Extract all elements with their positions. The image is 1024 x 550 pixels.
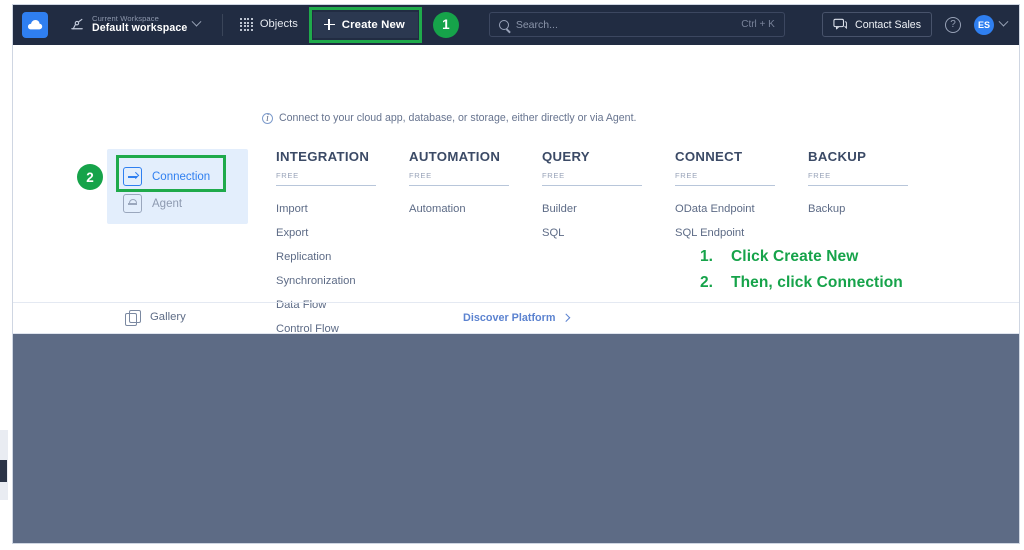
column-tier: FREE	[675, 171, 698, 180]
create-new-wrapper: Create New	[308, 6, 422, 43]
column-rule	[675, 185, 775, 187]
mega-menu-info-text: Connect to your cloud app, database, or …	[279, 112, 637, 124]
discover-platform-label: Discover Platform	[463, 312, 556, 324]
menu-item-sql-endpoint[interactable]: SQL Endpoint	[675, 221, 808, 245]
workspace-icon	[71, 18, 83, 30]
account-menu[interactable]: ES	[974, 14, 1009, 35]
column-rule	[542, 185, 642, 187]
mega-menu-info: i Connect to your cloud app, database, o…	[262, 112, 636, 124]
menu-item-automation[interactable]: Automation	[409, 197, 542, 221]
column-item-list: Automation	[409, 197, 542, 221]
menu-item-synchronization[interactable]: Synchronization	[276, 269, 409, 293]
column-item-list: Builder SQL	[542, 197, 675, 245]
column-tier: FREE	[409, 171, 432, 180]
create-new-label: Create New	[341, 18, 405, 31]
column-rule	[808, 185, 908, 187]
menu-item-odata-endpoint[interactable]: OData Endpoint	[675, 197, 808, 221]
instruction-step-1-number: 1.	[700, 248, 713, 265]
plus-icon	[323, 19, 335, 30]
topbar-right-group: Contact Sales ? ES	[822, 12, 1020, 37]
column-title: CONNECT	[675, 149, 743, 164]
column-title: INTEGRATION	[276, 149, 370, 164]
search-shortcut: Ctrl + K	[741, 19, 775, 30]
menu-item-builder[interactable]: Builder	[542, 197, 675, 221]
instruction-step-1: 1. Click Create New	[700, 248, 903, 266]
column-rule	[276, 185, 376, 187]
column-title: BACKUP	[808, 149, 867, 164]
rail-item-agent-label: Agent	[152, 197, 183, 210]
agent-icon	[123, 194, 142, 213]
column-title: QUERY	[542, 149, 590, 164]
workspace-name: Default workspace	[92, 21, 188, 34]
menu-item-replication[interactable]: Replication	[276, 245, 409, 269]
search-placeholder: Search...	[515, 18, 558, 31]
cloud-icon	[28, 19, 43, 29]
instruction-step-2: 2. Then, click Connection	[700, 274, 903, 292]
rail-item-agent[interactable]: Agent	[123, 194, 182, 213]
app-logo[interactable]	[22, 11, 48, 38]
search-input[interactable]: Search... Ctrl + K	[488, 12, 785, 37]
rail-item-connection-label: Connection	[152, 170, 211, 183]
search-icon	[498, 19, 509, 30]
chevron-down-icon	[191, 16, 202, 27]
rail-item-connection[interactable]: Connection	[123, 167, 210, 186]
info-circle-icon: i	[262, 112, 273, 124]
contact-sales-label: Contact Sales	[855, 18, 921, 31]
instruction-step-2-text: Then, click Connection	[731, 274, 903, 291]
chevron-down-icon	[998, 16, 1009, 27]
column-item-list: Backup	[808, 197, 941, 221]
step-badge-1: 1	[432, 11, 459, 38]
create-new-button[interactable]: Create New	[312, 11, 418, 38]
column-rule	[409, 185, 509, 187]
chevron-right-icon	[562, 314, 571, 322]
help-circle-icon[interactable]: ?	[945, 16, 961, 33]
vertical-scrollbar-thumb[interactable]	[0, 460, 7, 482]
avatar: ES	[974, 14, 994, 35]
workspace-text: Current Workspace Default workspace	[92, 14, 188, 34]
column-item-list: OData Endpoint SQL Endpoint	[675, 197, 808, 245]
menu-item-backup[interactable]: Backup	[808, 197, 941, 221]
instruction-step-1-text: Click Create New	[731, 248, 859, 265]
column-tier: FREE	[542, 171, 565, 180]
contact-sales-button[interactable]: Contact Sales	[822, 12, 932, 37]
menu-item-sql[interactable]: SQL	[542, 221, 675, 245]
step-badge-2: 2	[77, 164, 103, 190]
create-new-mega-menu: i Connect to your cloud app, database, o…	[12, 45, 1020, 335]
mega-menu-left-rail: Connection Agent	[107, 149, 248, 224]
column-tier: FREE	[276, 171, 299, 180]
menu-item-import[interactable]: Import	[276, 197, 409, 221]
chat-bubble-icon	[833, 18, 847, 30]
grid-apps-icon	[240, 18, 253, 31]
connection-icon	[123, 167, 142, 186]
nav-objects[interactable]: Objects	[231, 12, 306, 37]
instruction-step-2-number: 2.	[700, 274, 713, 291]
instruction-callout: 1. Click Create New 2. Then, click Conne…	[700, 248, 903, 300]
top-navigation-bar: Current Workspace Default workspace Obje…	[12, 4, 1020, 45]
nav-objects-label: Objects	[259, 18, 298, 31]
discover-platform-link[interactable]: Discover Platform	[12, 302, 1020, 333]
column-tier: FREE	[808, 171, 831, 180]
divider	[222, 13, 224, 36]
menu-item-export[interactable]: Export	[276, 221, 409, 245]
app-root: Created Apr 5 2024 Modified Apr 5 2024 C…	[0, 0, 1024, 550]
workspace-selector[interactable]: Current Workspace Default workspace	[65, 12, 206, 37]
column-title: AUTOMATION	[409, 149, 501, 164]
